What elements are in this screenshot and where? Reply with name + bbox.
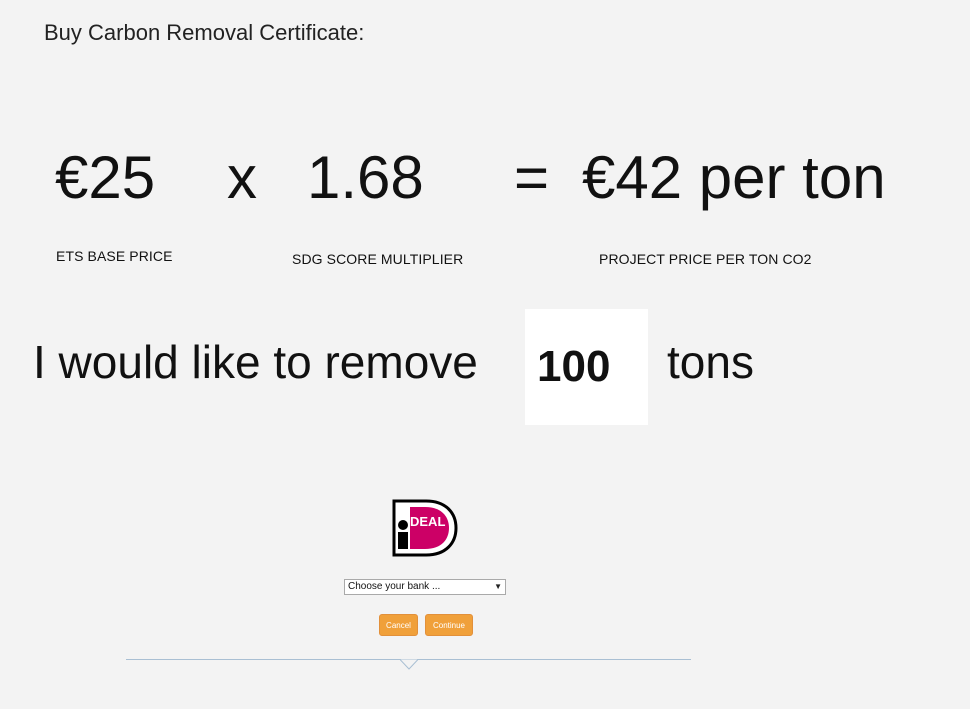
sdg-multiplier-value: 1.68 (307, 144, 424, 211)
dropdown-arrow-icon: ▼ (494, 582, 502, 591)
project-price-label: PROJECT PRICE PER TON CO2 (599, 251, 812, 267)
tons-quantity-input[interactable] (525, 309, 648, 425)
bank-select[interactable]: Choose your bank ... ▼ (344, 579, 506, 595)
project-price-value: €42 per ton (582, 144, 886, 211)
quantity-suffix-text: tons (667, 336, 754, 388)
sdg-multiplier-label: SDG SCORE MULTIPLIER (292, 251, 464, 267)
ideal-logo: DEAL (392, 499, 458, 557)
continue-button[interactable]: Continue (425, 614, 473, 636)
base-price-value: €25 (55, 144, 156, 211)
equals-operator: = (514, 144, 550, 211)
multiply-operator: x (227, 144, 257, 211)
page-title: Buy Carbon Removal Certificate: (44, 20, 365, 45)
ideal-logo-text: DEAL (410, 514, 445, 529)
base-price-label: ETS BASE PRICE (56, 248, 173, 264)
bank-select-value: Choose your bank ... (348, 581, 441, 592)
cancel-button[interactable]: Cancel (379, 614, 418, 636)
divider-notch-icon (400, 659, 418, 670)
quantity-prefix-text: I would like to remove (33, 336, 478, 388)
